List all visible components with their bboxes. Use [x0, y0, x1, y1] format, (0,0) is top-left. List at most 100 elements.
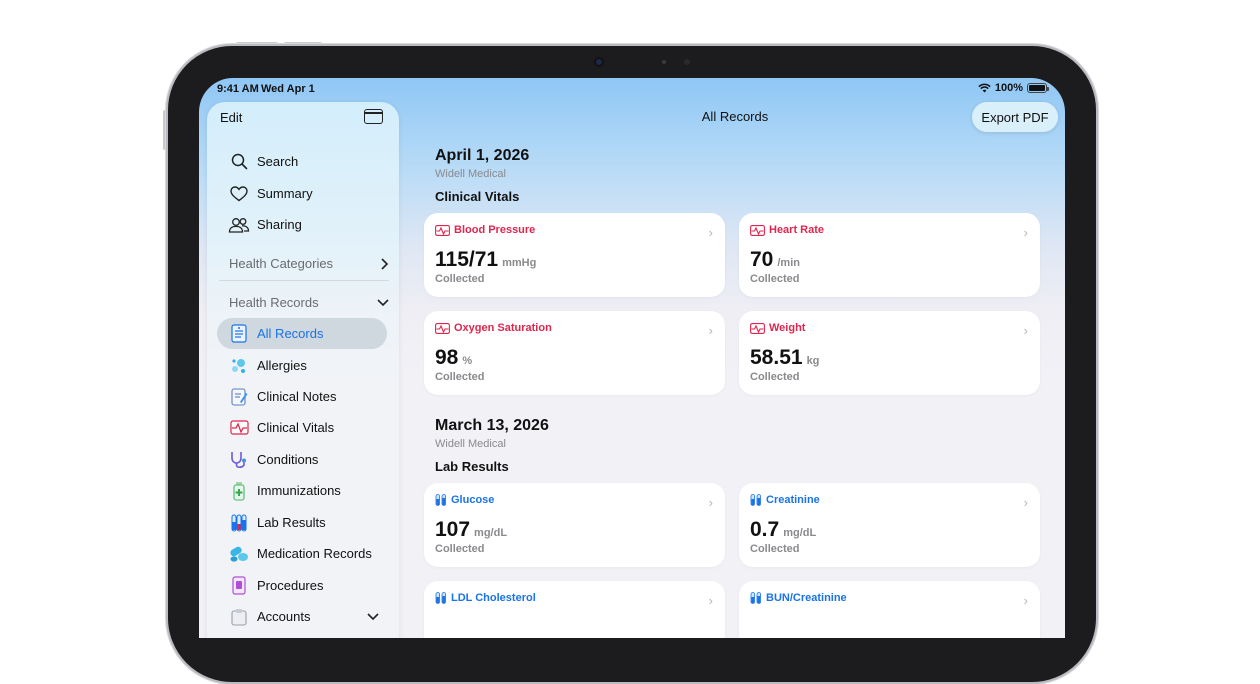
screen: 9:41 AM Wed Apr 1 100% Edit Search Summa… [199, 78, 1065, 638]
camera [550, 53, 710, 71]
sidebar-item-clinical-notes[interactable]: Clinical Notes [217, 381, 387, 412]
record-card-bun-creatinine[interactable]: BUN/Creatinine › [739, 581, 1040, 638]
record-card-ldl-cholesterol[interactable]: LDL Cholesterol › [424, 581, 725, 638]
card-title: Blood Pressure [435, 224, 535, 236]
notes-icon [228, 386, 250, 408]
value-unit: mg/dL [474, 527, 508, 539]
record-card-weight[interactable]: Weight › 58.51 kg Collected [739, 311, 1040, 395]
sidebar-item-immunizations[interactable]: Immunizations [217, 475, 387, 506]
sidebar-item-label: Search [257, 154, 299, 169]
allergies-icon [228, 355, 250, 377]
card-label: Oxygen Saturation [454, 322, 552, 334]
sidebar-item-label: Allergies [257, 358, 307, 373]
value-number: 115/71 [435, 248, 499, 271]
section-category: Clinical Vitals [435, 189, 520, 204]
status-indicators: 100% [978, 82, 1049, 94]
chevron-right-icon: › [1023, 495, 1028, 510]
card-status: Collected [750, 273, 800, 285]
sidebar-item-label: Clinical Vitals [257, 420, 335, 435]
status-date: Wed Apr 1 [261, 83, 315, 95]
sidebar-item-search[interactable]: Search [217, 146, 387, 177]
card-value: 58.51 kg [750, 346, 819, 370]
chevron-right-icon: › [708, 323, 713, 338]
sidebar-item-label: Immunizations [257, 483, 341, 498]
sidebar-toggle-icon[interactable] [364, 109, 383, 124]
sidebar-item-medication-records[interactable]: Medication Records [217, 538, 387, 569]
sidebar-item-clinical-vitals[interactable]: Clinical Vitals [217, 412, 387, 443]
card-label: Heart Rate [769, 224, 825, 236]
sidebar-item-allergies[interactable]: Allergies [217, 350, 387, 381]
vitals-icon [228, 417, 250, 439]
value-unit: /min [777, 257, 800, 269]
health-categories-label: Health Categories [229, 256, 334, 271]
vitals-icon [750, 224, 765, 236]
record-card-glucose[interactable]: Glucose › 107 mg/dL Collected [424, 483, 725, 567]
card-value: 70 /min [750, 248, 800, 272]
chevron-right-icon: › [1023, 323, 1028, 338]
card-value: 115/71 mmHg [435, 248, 536, 272]
card-status: Collected [750, 543, 800, 555]
chevron-right-icon [381, 257, 389, 270]
record-card-heart-rate[interactable]: Heart Rate › 70 /min Collected [739, 213, 1040, 297]
card-title: Oxygen Saturation [435, 322, 552, 334]
accounts-icon [228, 606, 250, 628]
section-category: Lab Results [435, 459, 509, 474]
record-card-blood-pressure[interactable]: Blood Pressure › 115/71 mmHg Collected [424, 213, 725, 297]
section-date: April 1, 2026 [435, 147, 530, 164]
test-tubes-icon [435, 494, 446, 506]
heart-icon [228, 183, 250, 205]
card-value: 107 mg/dL [435, 518, 507, 542]
health-categories-row[interactable]: Health Categories [229, 256, 389, 271]
battery-percent: 100% [994, 82, 1023, 94]
vitals-icon [435, 322, 450, 334]
chevron-right-icon: › [708, 225, 713, 240]
card-label: BUN/Creatinine [766, 592, 847, 604]
export-pdf-button[interactable]: Export PDF [972, 102, 1058, 132]
chevron-right-icon: › [708, 593, 713, 608]
record-card-creatinine[interactable]: Creatinine › 0.7 mg/dL Collected [739, 483, 1040, 567]
sidebar-item-label: Clinical Notes [257, 389, 337, 404]
health-records-row[interactable]: Health Records [229, 295, 389, 310]
divider [219, 280, 389, 281]
chevron-right-icon: › [1023, 225, 1028, 240]
card-label: Blood Pressure [454, 224, 536, 236]
sidebar-item-summary[interactable]: Summary [217, 178, 387, 209]
sidebar-item-accounts[interactable]: Accounts [217, 601, 387, 632]
card-value: 98 % [435, 346, 472, 370]
section-source: Widell Medical [435, 168, 506, 180]
value-number: 0.7 [750, 518, 780, 541]
sidebar-item-label: Accounts [257, 609, 311, 624]
vitals-icon [435, 224, 450, 236]
section-source: Widell Medical [435, 438, 506, 450]
test-tubes-icon [750, 592, 761, 604]
value-number: 98 [435, 346, 459, 369]
value-number: 107 [435, 518, 471, 541]
value-unit: kg [806, 355, 820, 367]
sidebar-item-lab-results[interactable]: Lab Results [217, 507, 387, 538]
test-tubes-icon [750, 494, 761, 506]
pills-icon [228, 543, 250, 565]
card-title: Glucose [435, 494, 494, 506]
sidebar: Edit Search Summary Sharing Health Categ… [207, 102, 399, 638]
card-title: Creatinine [750, 494, 820, 506]
card-status: Collected [435, 371, 485, 383]
battery-icon [1027, 83, 1049, 93]
stethoscope-icon [228, 449, 250, 471]
card-status: Collected [435, 543, 485, 555]
card-title: Heart Rate [750, 224, 824, 236]
record-card-oxygen-saturation[interactable]: Oxygen Saturation › 98 % Collected [424, 311, 725, 395]
people-icon [228, 214, 250, 236]
sidebar-item-label: Procedures [257, 578, 324, 593]
sidebar-item-procedures[interactable]: Procedures [217, 570, 387, 601]
immunization-icon [228, 480, 250, 502]
chevron-right-icon: › [708, 495, 713, 510]
sidebar-item-conditions[interactable]: Conditions [217, 444, 387, 475]
sidebar-item-sharing[interactable]: Sharing [217, 209, 387, 240]
chevron-down-icon [377, 299, 389, 307]
edit-button[interactable]: Edit [220, 110, 242, 125]
card-label: Weight [769, 322, 806, 334]
status-time: 9:41 AM [217, 83, 259, 95]
card-title: BUN/Creatinine [750, 592, 847, 604]
sidebar-item-all-records[interactable]: All Records [217, 318, 387, 349]
procedures-icon [228, 575, 250, 597]
